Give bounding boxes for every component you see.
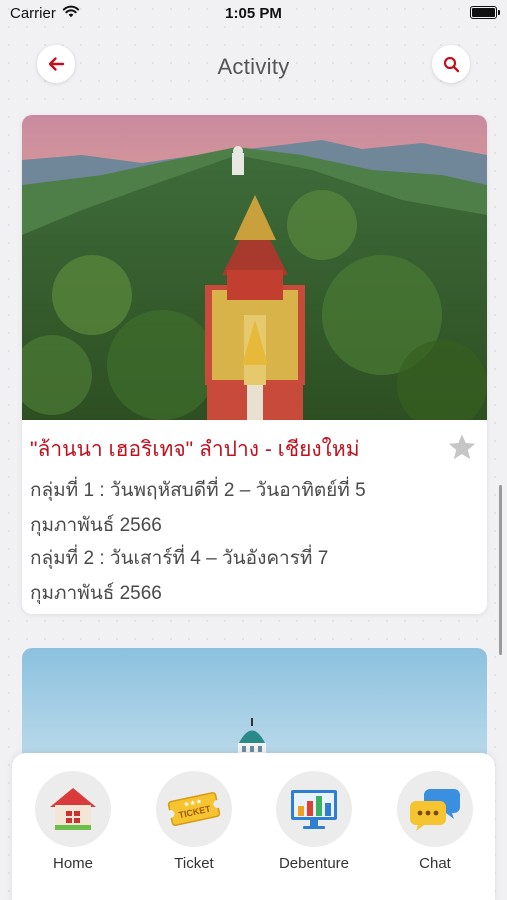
star-icon[interactable] (447, 433, 477, 461)
status-time: 1:05 PM (225, 5, 282, 22)
tab-label: Debenture (278, 855, 350, 872)
schedule-line: กลุ่มที่ 2 : วันเสาร์ที่ 4 – วันอังคารที… (30, 548, 329, 569)
schedule-line: กลุ่มที่ 1 : วันพฤหัสบดีที่ 2 – วันอาทิต… (30, 480, 366, 501)
schedule-line: กุมภาพันธ์ 2566 (30, 515, 162, 536)
activity-title: "ล้านนา เฮอริเทจ" ลำปาง - เชียงใหม่ (30, 438, 360, 461)
activity-image (22, 115, 487, 420)
tab-home[interactable]: Home (31, 771, 115, 872)
schedule-line: กุมภาพันธ์ 2566 (30, 583, 162, 604)
tab-debenture[interactable]: Debenture (272, 771, 356, 872)
tab-ticket[interactable]: TICKET ★★★ Ticket (152, 771, 236, 872)
status-bar: Carrier 1:05 PM (0, 0, 507, 28)
tab-label: Ticket (174, 855, 214, 872)
scrollbar[interactable] (499, 485, 502, 655)
tab-label: Chat (419, 855, 451, 872)
debenture-icon (291, 790, 337, 829)
page-title: Activity (217, 54, 290, 79)
battery-icon (470, 6, 500, 19)
home-icon (50, 788, 96, 830)
chat-icon (410, 789, 460, 831)
tab-bar: Home TICKET ★★★ Ticket Debenture Chat (12, 753, 495, 900)
tab-chat[interactable]: Chat (393, 771, 477, 872)
tab-label: Home (52, 855, 93, 872)
ticket-icon: TICKET ★★★ (166, 792, 222, 826)
search-button[interactable] (432, 45, 470, 83)
search-icon (443, 56, 459, 72)
activity-card[interactable]: "ล้านนา เฮอริเทจ" ลำปาง - เชียงใหม่ กลุ่… (22, 115, 487, 614)
